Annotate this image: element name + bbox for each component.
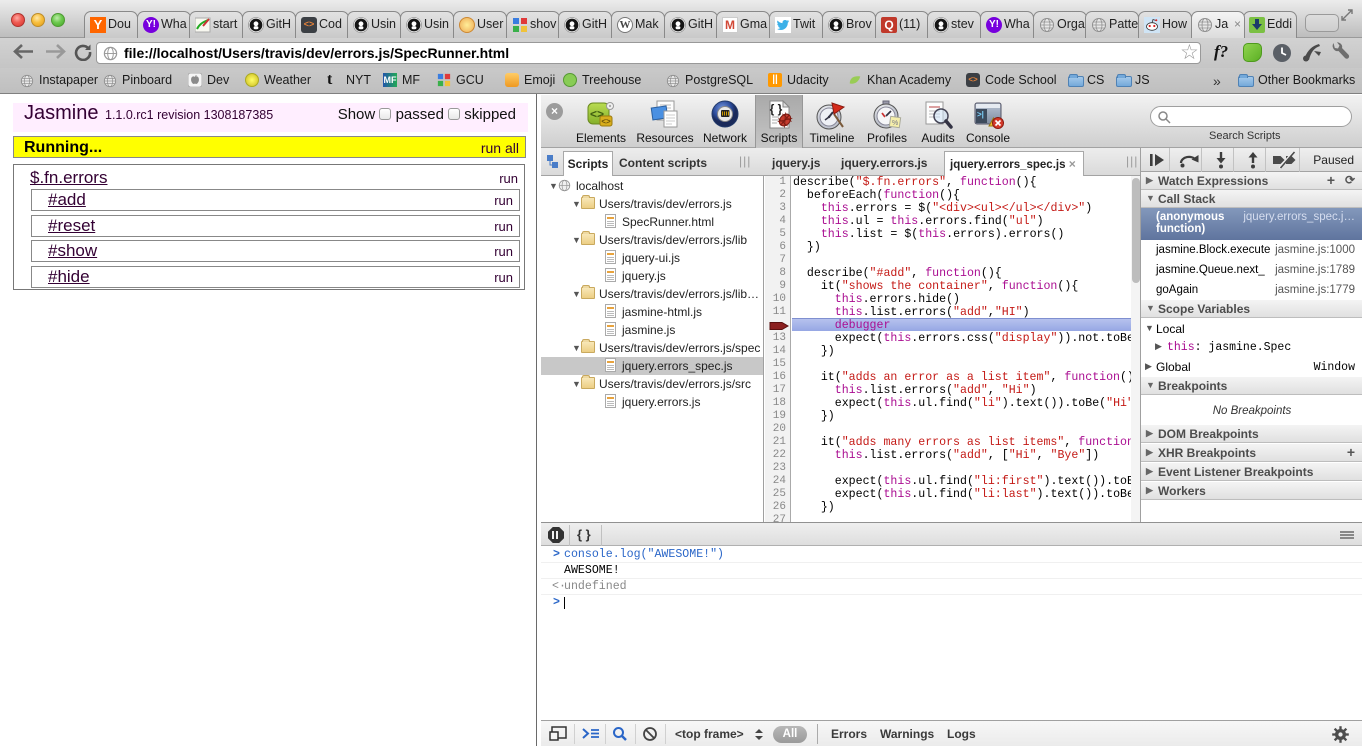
svg-text:{ }: { } <box>770 102 783 116</box>
svg-text:<>: <> <box>601 117 611 126</box>
svg-text:%: % <box>892 120 898 127</box>
svg-text:>|: >| <box>977 110 984 119</box>
